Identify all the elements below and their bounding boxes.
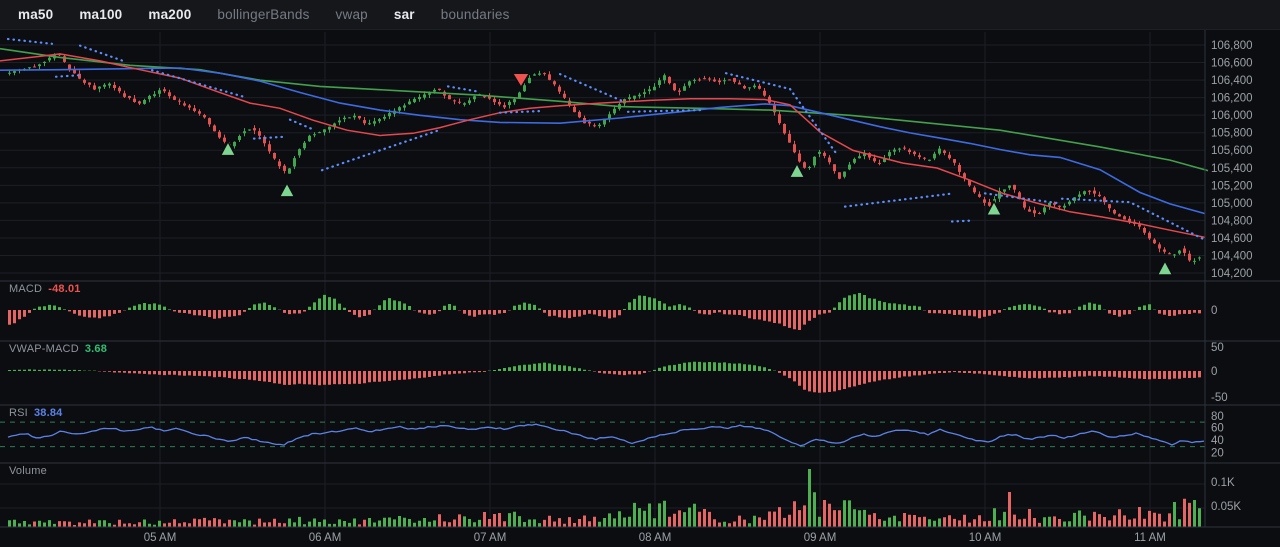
tick-label: 106,000 (1211, 110, 1253, 122)
rsi-value: 38.84 (33, 407, 63, 419)
tick-label: 104,400 (1211, 250, 1253, 262)
tick-label: 10 AM (969, 532, 1002, 544)
vwap-macd-value: 3.68 (84, 343, 108, 355)
tick-label: 104,200 (1211, 268, 1253, 280)
tick-label: 0.05K (1211, 501, 1241, 513)
tick-label: 105,600 (1211, 145, 1253, 157)
tick-label: 09 AM (804, 532, 837, 544)
tick-label: 106,600 (1211, 58, 1253, 70)
tick-label: 105,400 (1211, 163, 1253, 175)
tick-label: 105,000 (1211, 198, 1253, 210)
tick-label: 105,800 (1211, 128, 1253, 140)
macd-label: MACD (9, 283, 43, 295)
chart-canvas: 106,800 106,600 106,400 106,200 106,000 105,8… (0, 30, 1280, 544)
tick-label: 106,200 (1211, 93, 1253, 105)
rsi-label: RSI (9, 407, 28, 419)
tick-label: 104,800 (1211, 215, 1253, 227)
volume-label: Volume (9, 465, 47, 477)
vwap-macd-panel-label: VWAP-MACD 3.68 (9, 343, 107, 355)
tick-label: 20 (1211, 448, 1224, 460)
time-axis: 05 AM 06 AM 07 AM 08 AM 09 AM 10 AM 11 AM (144, 532, 1166, 544)
tick-label: 11 AM (1134, 532, 1166, 544)
tick-label: 0.1K (1211, 477, 1235, 489)
tick-label: 08 AM (639, 532, 672, 544)
rsi-panel-label: RSI 38.84 (9, 407, 62, 419)
vwap-macd-label: VWAP-MACD (9, 343, 79, 355)
trading-chart-app: ma50 ma100 ma200 bollingerBands vwap sar bound… (0, 0, 1280, 547)
tick-label: 106,800 (1211, 40, 1253, 52)
tick-label: 104,600 (1211, 233, 1253, 245)
tick-label: 0 (1211, 305, 1217, 317)
tick-label: 05 AM (144, 532, 177, 544)
tick-label: 106,400 (1211, 75, 1253, 87)
volume-panel-label: Volume (9, 465, 47, 477)
tick-label: 06 AM (309, 532, 342, 544)
tick-label: 105,200 (1211, 180, 1253, 192)
tick-label: 40 (1211, 435, 1224, 447)
tick-label: -50 (1211, 392, 1228, 404)
plot-area[interactable] (0, 32, 1205, 527)
macd-value: -48.01 (48, 283, 81, 295)
tick-label: 0 (1211, 366, 1217, 378)
price-axis: 106,800 106,600 106,400 106,200 106,000 105,8… (1211, 40, 1253, 513)
macd-panel-label: MACD -48.01 (9, 283, 81, 295)
tick-label: 07 AM (474, 532, 507, 544)
tick-label: 50 (1211, 342, 1224, 354)
tick-label: 80 (1211, 411, 1224, 423)
tick-label: 60 (1211, 422, 1224, 434)
